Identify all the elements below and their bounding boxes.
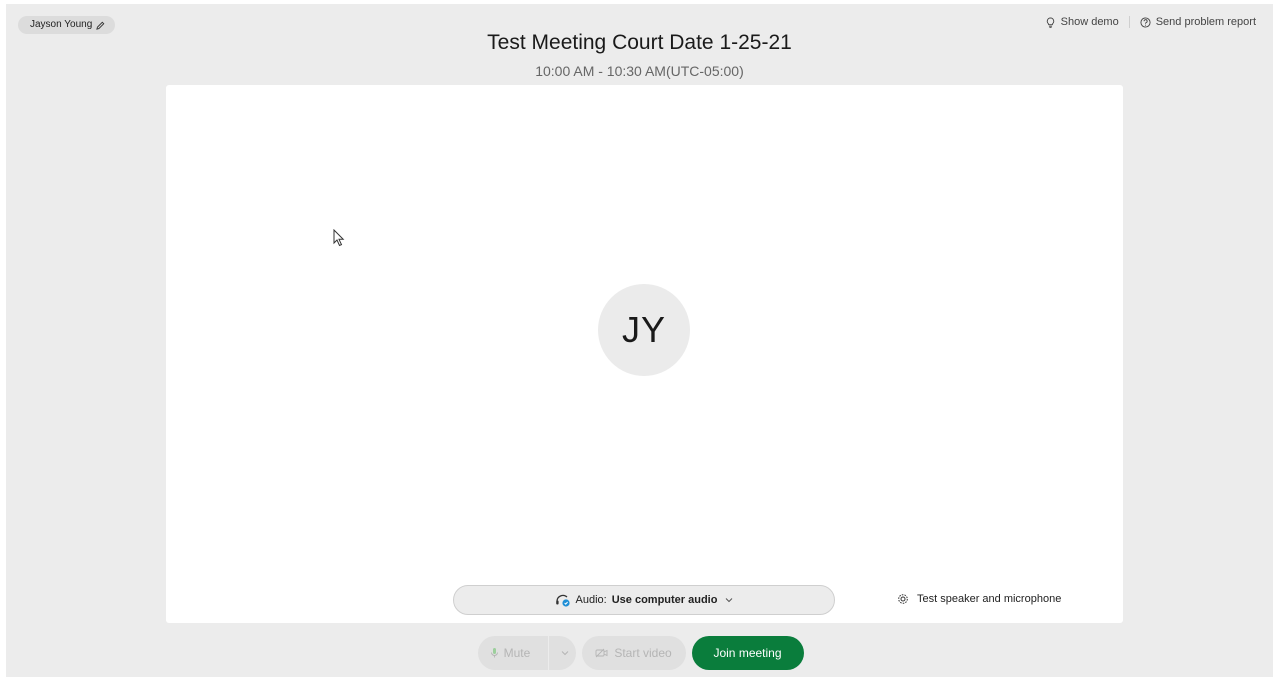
divider xyxy=(1128,16,1130,28)
chevron-down-icon xyxy=(562,651,569,656)
chevron-down-icon xyxy=(726,598,733,603)
microphone-icon xyxy=(490,648,498,658)
start-video-button[interactable]: Start video xyxy=(581,636,686,670)
pencil-icon xyxy=(96,21,105,30)
meeting-time: 10:00 AM - 10:30 AM(UTC-05:00) xyxy=(535,63,744,79)
meeting-preview-page: Jayson Young Show demo Send problem repo… xyxy=(6,4,1273,677)
meeting-controls: Mute Start video Join meeting xyxy=(6,636,1273,670)
audio-connection-dropdown[interactable]: Audio: Use computer audio xyxy=(453,585,835,615)
show-demo-label: Show demo xyxy=(1060,16,1119,28)
mouse-cursor-icon xyxy=(333,229,345,247)
video-preview-area: JY Audio: Use computer audio Test speake… xyxy=(166,85,1123,623)
send-problem-report-label: Send problem report xyxy=(1155,16,1256,28)
meeting-title: Test Meeting Court Date 1-25-21 xyxy=(487,31,792,54)
lightbulb-icon xyxy=(1046,16,1054,28)
top-links: Show demo Send problem report xyxy=(1045,16,1256,28)
show-demo-link[interactable]: Show demo xyxy=(1045,16,1119,28)
mute-options-dropdown[interactable] xyxy=(555,650,575,656)
headset-icon xyxy=(555,594,570,607)
send-problem-report-link[interactable]: Send problem report xyxy=(1140,16,1256,28)
divider xyxy=(548,636,550,670)
join-meeting-button[interactable]: Join meeting xyxy=(691,636,804,670)
start-video-label: Start video xyxy=(614,646,672,660)
test-speaker-label: Test speaker and microphone xyxy=(917,593,1062,605)
audio-value: Use computer audio xyxy=(611,594,718,606)
avatar: JY xyxy=(598,284,690,376)
mute-label: Mute xyxy=(503,646,531,660)
test-speaker-microphone-button[interactable]: Test speaker and microphone xyxy=(897,593,1061,605)
audio-prefix: Audio: xyxy=(575,594,607,606)
gear-icon xyxy=(898,594,908,604)
help-circle-icon xyxy=(1140,16,1151,28)
mute-button[interactable]: Mute xyxy=(477,636,576,670)
camera-off-icon xyxy=(595,648,608,658)
